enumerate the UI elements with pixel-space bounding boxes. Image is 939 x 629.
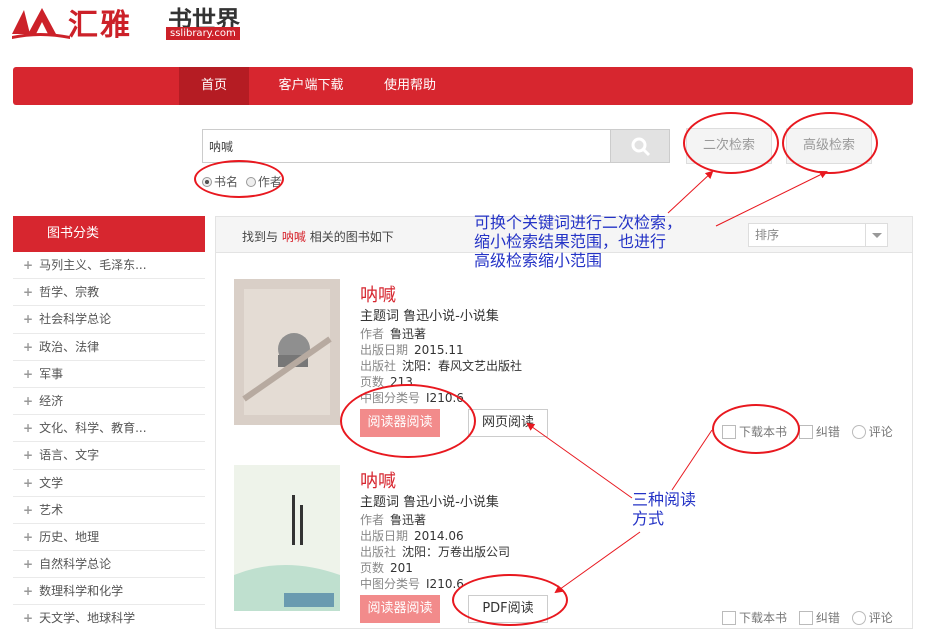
error-report-button[interactable]: 纠错 xyxy=(798,423,840,440)
book-actions: 下载本书 纠错 评论 xyxy=(722,609,901,626)
results-keyword: 呐喊 xyxy=(281,230,306,244)
edit-icon xyxy=(798,425,813,439)
book-cover[interactable] xyxy=(234,279,340,425)
book-date: 出版日期 2015.11 xyxy=(360,343,464,357)
category-item[interactable]: + 数理科学和化学 xyxy=(13,578,205,606)
plus-icon: + xyxy=(23,258,34,272)
category-item[interactable]: + 自然科学总论 xyxy=(13,551,205,579)
category-item[interactable]: + 天文学、地球科学 xyxy=(13,605,205,629)
category-item[interactable]: + 哲学、宗教 xyxy=(13,279,205,307)
edit-icon xyxy=(798,611,813,625)
book-cover[interactable] xyxy=(234,465,340,611)
plus-icon: + xyxy=(23,285,34,300)
plus-icon: + xyxy=(23,557,34,572)
radio-unchecked-icon xyxy=(245,177,256,187)
annotation-note-search: 可换个关键词进行二次检索， 缩小检索结果范围，也进行 高级检索缩小范围 xyxy=(474,213,683,270)
book-subject: 主题词 鲁迅小说-小说集 xyxy=(360,309,499,324)
plus-icon: + xyxy=(23,366,34,381)
category-item[interactable]: + 经济 xyxy=(13,388,205,416)
book-title[interactable]: 呐喊 xyxy=(360,467,396,493)
category-item[interactable]: + 文学 xyxy=(13,470,205,497)
plus-icon: + xyxy=(23,393,34,408)
radio-checked-icon xyxy=(202,177,212,187)
book-author: 作者 鲁迅著 xyxy=(360,513,427,527)
main-nav: 首页 客户端下载 使用帮助 xyxy=(13,67,913,105)
plus-icon: + xyxy=(23,611,34,626)
results-panel: 找到与 呐喊 相关的图书如下 排序 呐喊 主题词 鲁迅小说-小说集 作者 鲁迅著 … xyxy=(215,216,913,629)
nav-help[interactable]: 使用帮助 xyxy=(373,67,447,105)
download-icon xyxy=(722,611,736,625)
cover-image xyxy=(234,465,340,611)
book-publisher: 出版社 沈阳：春风文艺出版社 xyxy=(360,359,523,373)
book-title[interactable]: 呐喊 xyxy=(360,281,396,307)
category-item[interactable]: + 语言、文字 xyxy=(13,442,205,470)
plus-icon: + xyxy=(23,421,34,436)
logo-brand: 汇雅 xyxy=(68,8,132,43)
plus-icon: + xyxy=(23,502,34,517)
comment-icon xyxy=(851,425,866,439)
site-logo[interactable]: 汇雅 书世界 sslibrary.com xyxy=(10,0,260,44)
book-clc: 中图分类号 I210.6 xyxy=(360,391,464,405)
logo-url: sslibrary.com xyxy=(166,27,240,40)
category-header: 图书分类 xyxy=(13,216,205,252)
category-item[interactable]: + 社会科学总论 xyxy=(13,306,205,334)
reader-read-button[interactable]: 阅读器阅读 xyxy=(360,409,440,437)
book-pages: 页数 201 xyxy=(360,561,413,575)
book-actions: 下载本书 纠错 评论 xyxy=(722,423,901,440)
category-item[interactable]: + 文化、科学、教育... xyxy=(13,415,205,443)
category-item[interactable]: + 马列主义、毛泽东... xyxy=(13,252,205,280)
radio-author[interactable]: 作者 xyxy=(245,175,282,189)
radio-title[interactable]: 书名 xyxy=(202,175,238,189)
search-icon xyxy=(631,137,651,157)
category-item[interactable]: + 艺术 xyxy=(13,497,205,524)
cover-image xyxy=(234,279,340,425)
book-subject: 主题词 鲁迅小说-小说集 xyxy=(360,495,499,510)
reader-read-button[interactable]: 阅读器阅读 xyxy=(360,595,440,623)
search-type-options: 书名 作者 xyxy=(202,173,282,190)
category-item[interactable]: + 军事 xyxy=(13,361,205,388)
download-icon xyxy=(722,425,736,439)
book-clc: 中图分类号 I210.6 xyxy=(360,577,464,591)
advanced-search-button[interactable]: 高级检索 xyxy=(786,128,872,164)
book-date: 出版日期 2014.06 xyxy=(360,529,464,543)
comment-button[interactable]: 评论 xyxy=(851,423,893,440)
results-summary: 找到与 呐喊 相关的图书如下 xyxy=(242,230,394,244)
search-button[interactable] xyxy=(610,129,670,163)
plus-icon: + xyxy=(23,475,34,490)
download-button[interactable]: 下载本书 xyxy=(722,609,787,626)
category-item[interactable]: + 历史、地理 xyxy=(13,524,205,552)
download-button[interactable]: 下载本书 xyxy=(722,423,787,440)
chevron-down-icon xyxy=(865,224,887,246)
plus-icon: + xyxy=(23,529,34,544)
nav-home[interactable]: 首页 xyxy=(179,67,249,105)
second-search-button[interactable]: 二次检索 xyxy=(686,128,772,164)
book-author: 作者 鲁迅著 xyxy=(360,327,427,341)
plus-icon: + xyxy=(23,584,34,599)
nav-client-download[interactable]: 客户端下载 xyxy=(261,67,361,105)
annotation-note-read: 三种阅读 方式 xyxy=(632,490,697,528)
comment-icon xyxy=(851,611,866,625)
plus-icon: + xyxy=(23,339,34,354)
category-list: + 马列主义、毛泽东... + 哲学、宗教 + 社会科学总论 + 政治、法律 + 军事 +… xyxy=(13,252,205,629)
pdf-read-button[interactable]: PDF阅读 xyxy=(468,595,548,623)
plus-icon: + xyxy=(23,312,34,327)
plus-icon: + xyxy=(23,448,34,463)
search-input[interactable] xyxy=(202,129,610,163)
logo-book-icon xyxy=(12,8,70,39)
web-read-button[interactable]: 网页阅读 xyxy=(468,409,548,437)
category-item[interactable]: + 政治、法律 xyxy=(13,334,205,361)
comment-button[interactable]: 评论 xyxy=(851,609,893,626)
book-pages: 页数 213 xyxy=(360,375,413,389)
book-publisher: 出版社 沈阳：万卷出版公司 xyxy=(360,545,511,559)
sort-select[interactable]: 排序 xyxy=(748,223,888,247)
error-report-button[interactable]: 纠错 xyxy=(798,609,840,626)
